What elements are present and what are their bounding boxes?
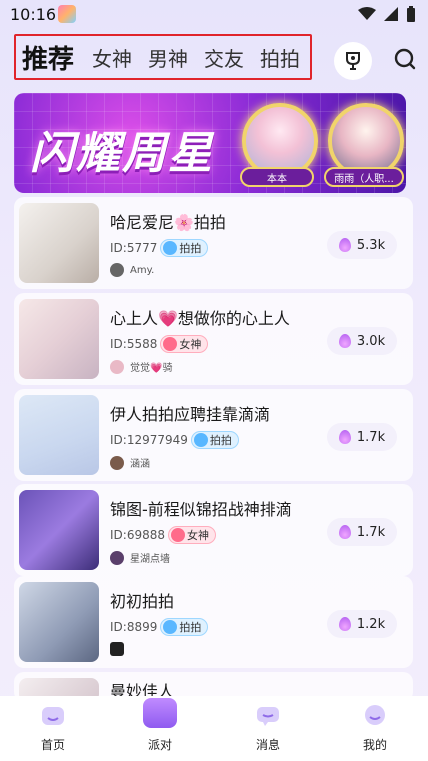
- flame-icon: [338, 430, 351, 444]
- nav-party[interactable]: 派对: [125, 698, 195, 753]
- trophy-icon: [346, 52, 360, 70]
- room-cover-image: [19, 299, 99, 379]
- tab-male-god[interactable]: 男神: [148, 43, 188, 72]
- host-name: 涵涵: [130, 459, 150, 470]
- heart-icon: [171, 528, 185, 542]
- host-avatar: [110, 359, 124, 374]
- room-cover-image: [19, 395, 99, 475]
- room-card[interactable]: 伊人拍拍应聘挂靠滴滴 ID:12977949 拍拍 涵涵 1.7k: [14, 389, 413, 481]
- heat-badge: 5.3k: [327, 231, 397, 259]
- host-name: 觉觉💗骑: [130, 363, 173, 374]
- room-host: [110, 642, 124, 656]
- room-category-tag: 女神: [168, 526, 216, 544]
- flame-icon: [338, 525, 351, 539]
- nav-party-label: 派对: [147, 738, 172, 752]
- flame-icon: [338, 238, 351, 252]
- room-id-row: ID:5588 女神: [110, 335, 209, 353]
- search-button[interactable]: [390, 44, 420, 74]
- search-icon: [394, 48, 416, 70]
- host-name: 星湖点墙: [130, 554, 170, 565]
- room-category-tag: 拍拍: [160, 239, 209, 257]
- heat-badge: 1.2k: [327, 610, 397, 638]
- tab-goddess[interactable]: 女神: [92, 43, 132, 72]
- flame-icon: [338, 334, 351, 348]
- room-id-row: ID:8899 拍拍: [110, 618, 209, 636]
- message-icon: [257, 707, 279, 726]
- room-host: 涵涵: [110, 455, 150, 470]
- room-card[interactable]: 心上人💗想做你的心上人 ID:5588 女神 觉觉💗骑 3.0k: [14, 293, 413, 385]
- room-id: ID:12977949: [110, 433, 188, 447]
- room-cover-image: [19, 203, 99, 283]
- host-avatar: [110, 642, 124, 656]
- tab-recommend[interactable]: 推荐: [22, 39, 74, 76]
- room-id-row: ID:5777 拍拍: [110, 239, 209, 257]
- room-category-tag: 拍拍: [160, 618, 209, 636]
- room-host: 觉觉💗骑: [110, 359, 172, 374]
- heat-badge: 3.0k: [327, 327, 397, 355]
- weekly-star-name: 本本: [240, 167, 314, 187]
- nav-messages[interactable]: 消息: [233, 704, 303, 753]
- status-bar: 10:16: [0, 0, 428, 30]
- heat-value: 5.3k: [356, 237, 386, 253]
- room-card[interactable]: 哈尼爱尼🌸拍拍 ID:5777 拍拍 Amy. 5.3k: [14, 197, 413, 289]
- signal-icon: [384, 7, 398, 21]
- camera-icon: [163, 241, 178, 255]
- room-id-row: ID:12977949 拍拍: [110, 431, 239, 449]
- category-tab-bar: 推荐 女神 男神 交友 拍拍: [14, 34, 312, 80]
- nav-profile-label: 我的: [362, 738, 387, 752]
- host-name: Amy.: [130, 264, 155, 276]
- profile-icon: [365, 705, 385, 725]
- room-category-tag: 拍拍: [190, 431, 239, 449]
- camera-icon: [193, 433, 208, 447]
- wifi-icon: [358, 7, 376, 20]
- room-host: Amy.: [110, 263, 154, 277]
- status-time: 10:16: [10, 5, 57, 24]
- room-title: 心上人💗想做你的心上人: [110, 309, 290, 328]
- ranking-button[interactable]: [334, 42, 372, 80]
- room-cover-image: [19, 490, 99, 570]
- nav-home-label: 首页: [40, 738, 65, 752]
- room-title: 哈尼爱尼🌸拍拍: [110, 213, 226, 232]
- nav-home[interactable]: 首页: [18, 704, 88, 753]
- app-notification-icon: [58, 5, 76, 23]
- room-title: 锦图-前程似锦招战神排滴: [110, 500, 292, 519]
- room-card[interactable]: 锦图-前程似锦招战神排滴 ID:69888 女神 星湖点墙 1.7k: [14, 484, 413, 576]
- room-id-row: ID:69888 女神: [110, 526, 216, 544]
- host-avatar: [110, 550, 124, 565]
- room-id: ID:8899: [110, 620, 158, 634]
- heat-value: 1.2k: [356, 616, 386, 632]
- heat-badge: 1.7k: [327, 518, 397, 546]
- heat-value: 1.7k: [356, 524, 386, 540]
- camera-icon: [163, 620, 178, 634]
- battery-icon: [407, 6, 415, 22]
- room-title: 初初拍拍: [110, 592, 175, 611]
- party-tv-icon: [143, 698, 177, 728]
- weekly-star-banner[interactable]: 闪耀周星 本本 雨雨（人职...: [14, 93, 406, 193]
- heart-icon: [163, 337, 178, 351]
- heat-value: 1.7k: [356, 429, 386, 445]
- weekly-star-name: 雨雨（人职...: [324, 167, 404, 187]
- room-card[interactable]: 初初拍拍 ID:8899 拍拍 1.2k: [14, 576, 413, 668]
- room-title: 伊人拍拍应聘挂靠滴滴: [110, 405, 271, 424]
- room-host: 星湖点墙: [110, 550, 170, 565]
- nav-messages-label: 消息: [255, 738, 280, 752]
- room-category-tag: 女神: [160, 335, 209, 353]
- status-icons: [358, 6, 416, 22]
- host-avatar: [110, 455, 124, 470]
- heat-badge: 1.7k: [327, 423, 397, 451]
- room-cover-image: [19, 582, 99, 662]
- tab-paipai[interactable]: 拍拍: [260, 43, 300, 72]
- host-avatar: [110, 263, 124, 277]
- room-id: ID:69888: [110, 528, 165, 542]
- flame-icon: [338, 617, 351, 631]
- heat-value: 3.0k: [356, 333, 386, 349]
- tab-friends[interactable]: 交友: [204, 43, 244, 72]
- room-id: ID:5588: [110, 337, 158, 351]
- nav-profile[interactable]: 我的: [340, 704, 410, 753]
- bottom-navigation: 首页 派对 消息 我的: [0, 696, 428, 761]
- room-id: ID:5777: [110, 241, 158, 255]
- banner-title: 闪耀周星: [30, 128, 214, 179]
- home-icon: [42, 707, 64, 725]
